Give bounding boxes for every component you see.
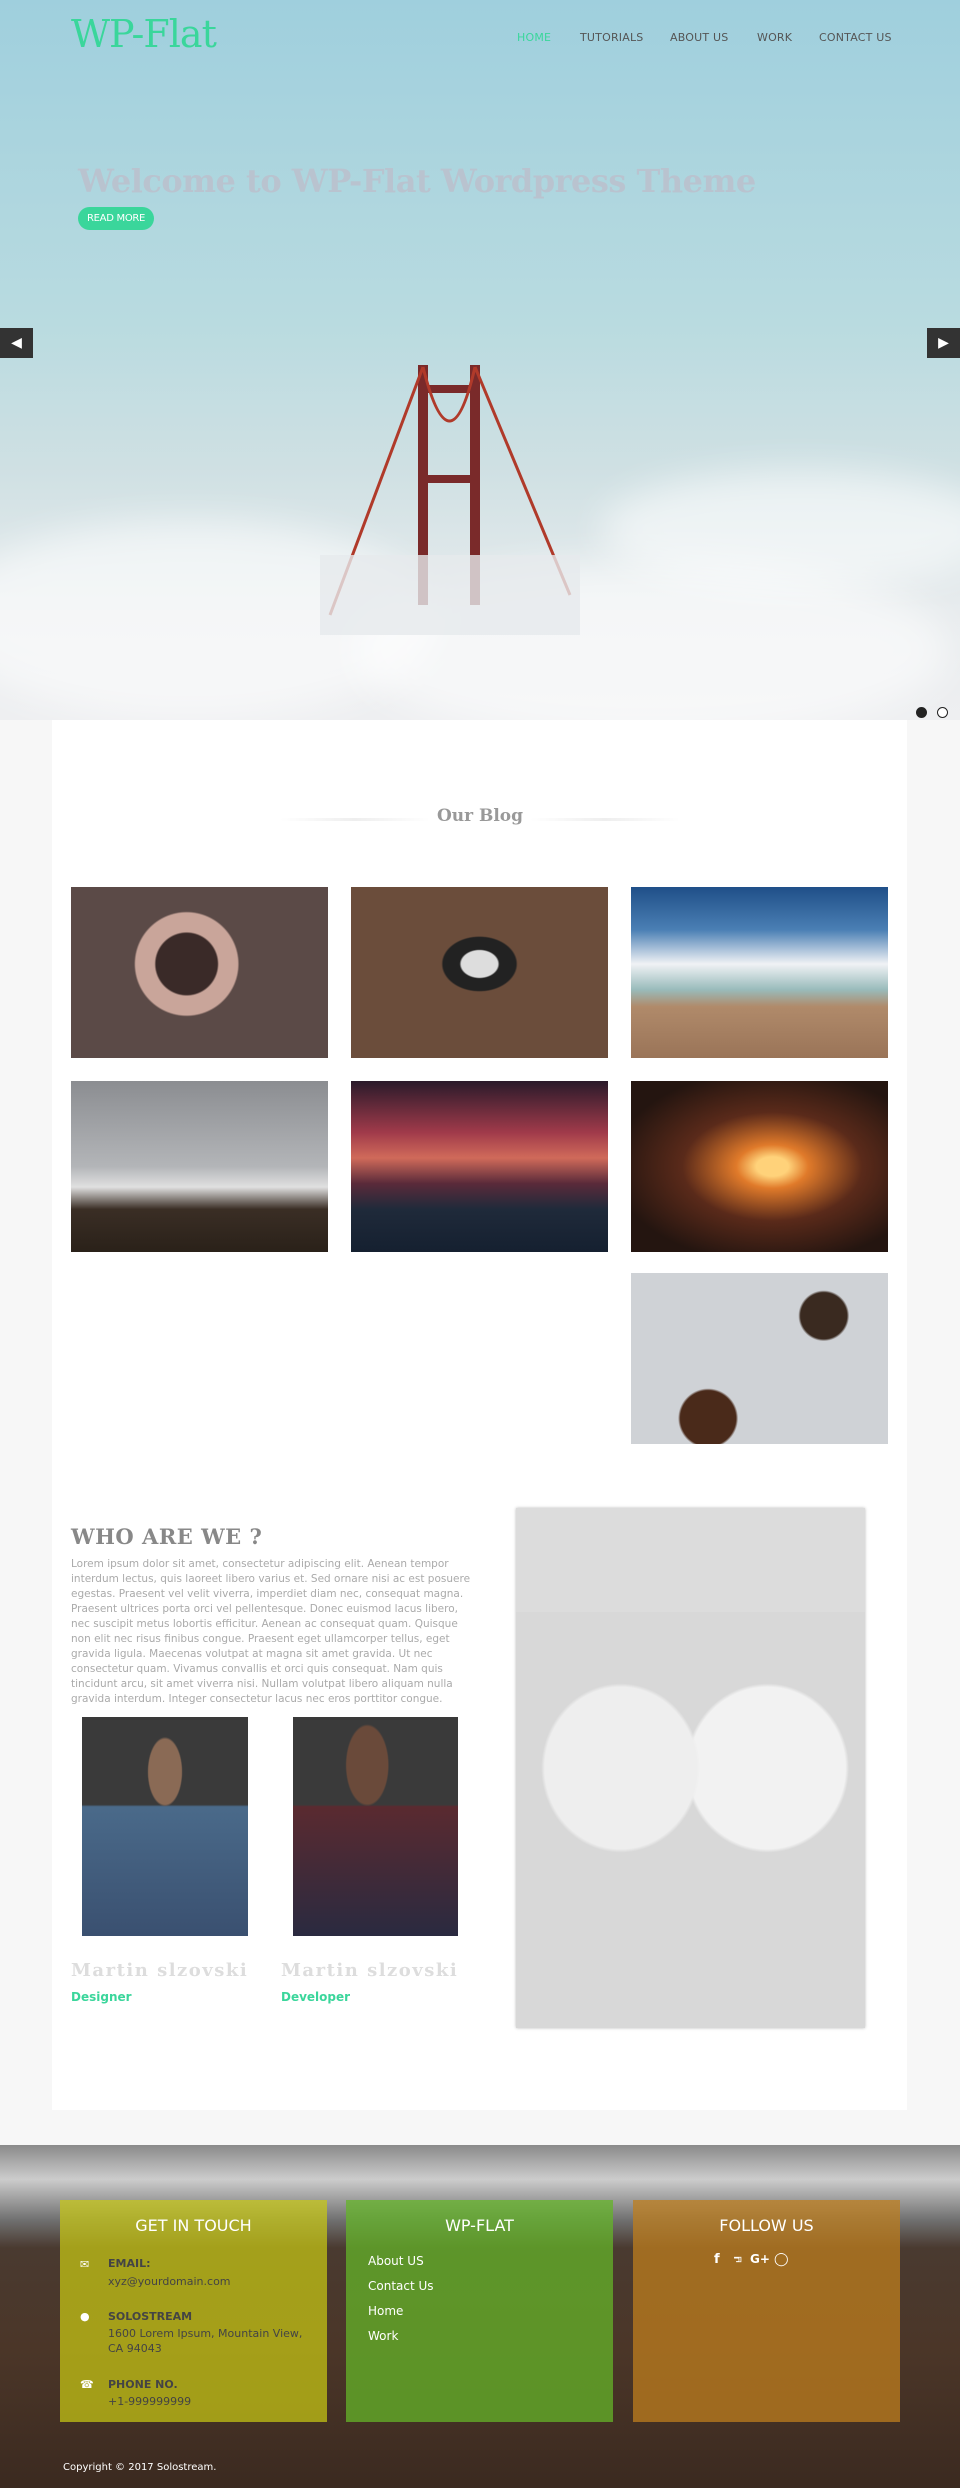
email-label: EMAIL: [108,2257,151,2270]
google-plus-icon[interactable]: G+ [750,2252,770,2266]
nav-tutorials[interactable]: TUTORIALS [580,31,643,44]
links-title: WP-FLAT [445,2216,514,2235]
phone-label: PHONE NO. [108,2378,178,2391]
blog-title: Our Blog [436,806,524,826]
email-link[interactable]: xyz@yourdomain.com [108,2275,231,2288]
nav-work[interactable]: WORK [757,31,792,44]
blog-image-pinecones[interactable] [71,887,328,1058]
team-name: Martin slzovski [71,1960,249,1981]
contact-title: GET IN TOUCH [135,2216,252,2235]
nav-contact-us[interactable]: CONTACT US [819,31,892,44]
footer-link-about[interactable]: About US [368,2254,424,2268]
social-title: FOLLOW US [719,2216,814,2235]
bridge-image [320,365,580,635]
slide-dot-1[interactable] [916,707,927,718]
team-role: Designer [71,1990,132,2004]
twitter-icon[interactable]: 𝡽 [731,2252,744,2267]
team-name: Martin slzovski [281,1960,459,1981]
site-logo[interactable]: WP-Flat [71,12,217,56]
hero-title: Welcome to WP-Flat Wordpress Theme [78,162,756,200]
instagram-icon[interactable]: ◯ [774,2252,789,2267]
team-group-photo [516,1508,865,2028]
copyright: Copyright © 2017 Solostream. [63,2462,217,2473]
read-more-button[interactable]: READ MORE [78,207,155,230]
about-title: WHO ARE WE ? [71,1524,263,1549]
footer-link-contact[interactable]: Contact Us [368,2279,434,2293]
chevron-left-icon: ◀ [11,335,22,351]
social-box: FOLLOW US f 𝡽 G+ ◯ [633,2200,900,2422]
phone-icon: ☎ [80,2378,94,2391]
nav-home[interactable]: HOME [517,31,551,44]
hero-slider [0,0,960,720]
address-line-1: 1600 Lorem Ipsum, Mountain View, [108,2327,303,2340]
slide-dot-2[interactable] [937,707,948,718]
about-text: Lorem ipsum dolor sit amet, consectetur … [71,1558,471,1705]
next-slide-button[interactable]: ▶ [927,328,960,358]
nav-about-us[interactable]: ABOUT US [670,31,728,44]
blog-image-misty-landscape[interactable] [71,1081,328,1252]
footer-link-home[interactable]: Home [368,2304,403,2318]
team-role: Developer [281,1990,351,2004]
facebook-icon[interactable]: f [714,2252,720,2267]
blog-image-concert[interactable] [631,1081,888,1252]
footer-link-work[interactable]: Work [368,2329,398,2343]
blog-image-phone[interactable] [351,887,608,1058]
links-box: WP-FLAT About US Contact Us Home Work [346,2200,613,2422]
envelope-icon: ✉ [80,2258,90,2271]
address-line-2: CA 94043 [108,2342,162,2355]
company-name: SOLOSTREAM [108,2310,193,2323]
chevron-right-icon: ▶ [938,335,949,351]
map-pin-icon: ● [80,2310,90,2323]
contact-box: GET IN TOUCH ✉ EMAIL: xyz@yourdomain.com… [60,2200,327,2422]
prev-slide-button[interactable]: ◀ [0,328,33,358]
phone-number: +1-999999999 [108,2395,192,2408]
blog-image-sunset[interactable] [351,1081,608,1252]
blog-image-flatlay[interactable] [631,1273,888,1444]
blog-image-mountain-sky[interactable] [631,887,888,1058]
team-photo-designer [82,1717,248,1936]
team-photo-developer [293,1717,458,1936]
